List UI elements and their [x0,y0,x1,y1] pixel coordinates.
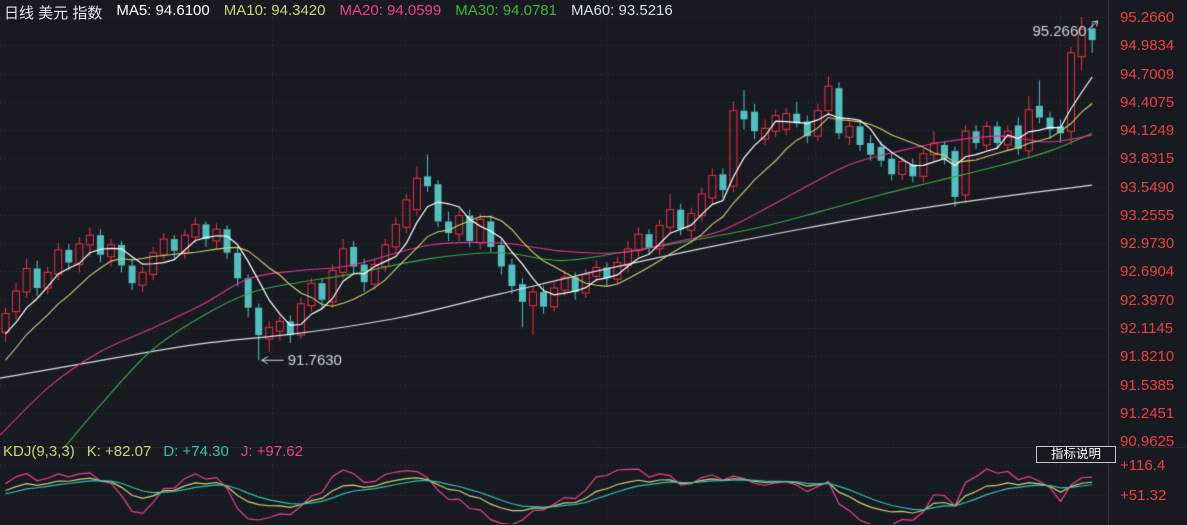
price-axis-label: 94.7009 [1120,66,1174,83]
chart-title: 日线 美元 指数 [4,2,102,20]
price-axis-label: 90.9625 [1120,433,1174,450]
app-root: 日线 美元 指数 MA5: 94.6100 MA10: 94.3420 MA20… [0,0,1187,525]
price-axis-label: 92.1145 [1120,320,1173,337]
ma60-legend: MA60: 93.5216 [571,2,673,20]
price-axis-label: 93.8315 [1120,150,1174,167]
price-axis-label: 91.8210 [1120,348,1174,365]
price-axis-label: 93.5490 [1120,179,1174,196]
kdj-header: KDJ(9,3,3) K: +82.07 D: +74.30 J: +97.62 [3,443,303,460]
price-axis-label: 94.1249 [1120,122,1174,139]
chart-header: 日线 美元 指数 MA5: 94.6100 MA10: 94.3420 MA20… [4,2,673,20]
kdj-title: KDJ(9,3,3) [3,443,75,460]
ma10-legend: MA10: 94.3420 [224,2,326,20]
kdj-j-value: J: +97.62 [241,443,303,460]
price-axis-label: 92.9730 [1120,235,1174,252]
ma5-legend: MA5: 94.6100 [116,2,209,20]
price-axis-label: 95.2660 [1120,9,1174,26]
price-axis-label: 91.5385 [1120,377,1174,394]
price-axis-label: 93.2555 [1120,207,1174,224]
price-axis-label: 92.6904 [1120,263,1174,280]
indicator-help-button[interactable]: 指标说明 [1036,446,1116,463]
price-axis-label: 94.4075 [1120,94,1174,111]
price-axis-label: 92.3970 [1120,292,1174,309]
kdj-axis-label-upper: +116.4 [1120,457,1165,474]
kdj-k-value: K: +82.07 [87,443,152,460]
price-axis-label: 91.2451 [1120,405,1174,422]
kdj-d-value: D: +74.30 [163,443,228,460]
price-axis-label: 94.9834 [1120,37,1174,54]
ma20-legend: MA20: 94.0599 [340,2,442,20]
kdj-axis-label-lower: +51.32 [1120,487,1166,504]
ma30-legend: MA30: 94.0781 [455,2,557,20]
